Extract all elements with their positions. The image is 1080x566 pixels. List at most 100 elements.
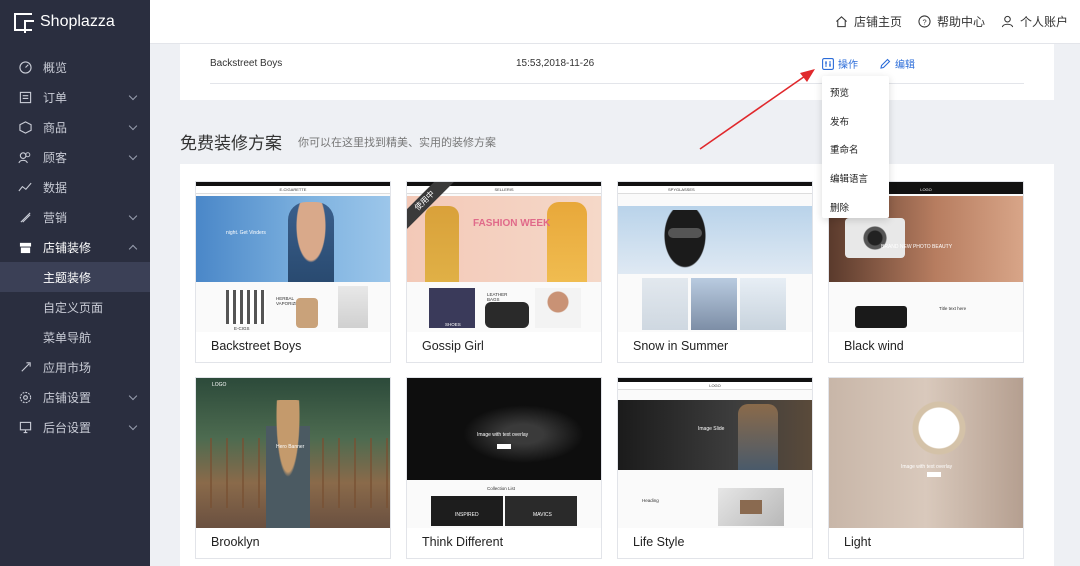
sidebar-item-app-market[interactable]: 应用市场: [0, 352, 150, 382]
account-label: 个人账户: [1019, 15, 1068, 29]
user-icon: [1001, 15, 1014, 28]
actions-button[interactable]: 操作: [822, 56, 858, 71]
svg-text:?: ?: [922, 17, 926, 26]
actions-dropdown: 预览 发布 重命名 编辑语言 删除: [822, 76, 889, 218]
menu-item-rename[interactable]: 重命名: [822, 135, 889, 164]
thumb-product-label: LEATHER BAGS: [487, 292, 508, 302]
thumb-brand: E-CIGARETTE: [196, 186, 390, 194]
sidebar-item-label: 店铺装修: [43, 240, 92, 255]
chevron-up-icon: [128, 244, 138, 254]
menu-item-edit-language[interactable]: 编辑语言: [822, 164, 889, 193]
account-link[interactable]: 个人账户: [1001, 13, 1068, 30]
top-bar: 店铺主页 ? 帮助中心 个人账户: [150, 0, 1080, 44]
menu-item-preview[interactable]: 预览: [822, 78, 889, 107]
store-design-icon: [18, 240, 32, 254]
thumb-brand: LOGO: [212, 382, 227, 388]
sidebar-item-label: 店铺设置: [43, 390, 92, 405]
actions-label: 操作: [838, 60, 858, 71]
theme-thumbnail: SPYGLASSES: [618, 182, 812, 332]
thumb-hero-text: Image with text overlay: [901, 464, 953, 470]
theme-card-light[interactable]: Image with text overlay Light: [828, 377, 1024, 559]
theme-thumbnail: SELLERIS FASHION WEEK 使用中 SHOES LEATHER …: [407, 182, 601, 332]
theme-name: Snow in Summer: [633, 339, 729, 353]
marketing-icon: [18, 210, 32, 224]
sidebar-item-orders[interactable]: 订单: [0, 82, 150, 112]
theme-name: Black wind: [844, 339, 904, 353]
sidebar-item-label: 订单: [43, 90, 68, 105]
theme-card-think-different[interactable]: Image with text overlay Collection List …: [406, 377, 602, 559]
sidebar-item-label: 应用市场: [43, 360, 92, 375]
thumb-product-label: Title text here: [939, 306, 967, 311]
sidebar-nav: 概览 订单 商品 顾客 数据 营销 店铺装修 主题装修 自定义页面 菜单导航 应…: [0, 52, 150, 442]
sidebar-subitem-custom-pages[interactable]: 自定义页面: [0, 292, 150, 322]
thumb-hero-text: Hero Banner: [276, 444, 305, 450]
theme-thumbnail: LOGO Image Slide Heading: [618, 378, 812, 528]
chevron-down-icon: [128, 121, 138, 131]
thumb-product-label: INSPIRED: [455, 512, 479, 518]
chevron-down-icon: [128, 91, 138, 101]
theme-thumbnail: E-CIGARETTE night. Get Vinders E-CIGS HE…: [196, 182, 390, 332]
sidebar-item-marketing[interactable]: 营销: [0, 202, 150, 232]
sidebar-item-label: 概览: [43, 60, 68, 75]
sidebar-item-customers[interactable]: 顾客: [0, 142, 150, 172]
dashboard-icon: [18, 60, 32, 74]
thumb-hero-text: Image Slide: [698, 426, 725, 432]
theme-thumbnail: Image with text overlay: [829, 378, 1023, 528]
thumb-hero-text: night. Get Vinders: [226, 230, 266, 236]
sidebar-item-label: 商品: [43, 120, 68, 135]
row-divider: [210, 83, 1024, 84]
theme-name: Backstreet Boys: [211, 339, 302, 353]
menu-item-publish[interactable]: 发布: [822, 107, 889, 136]
edit-button[interactable]: 编辑: [879, 56, 915, 71]
current-theme-name: Backstreet Boys: [210, 58, 283, 69]
theme-card-life-style[interactable]: LOGO Image Slide Heading Life Style: [617, 377, 813, 559]
section-title: 免费装修方案: [180, 134, 282, 153]
thumb-collection-title: Collection List: [487, 486, 516, 491]
app-logo[interactable]: Shoplazza: [0, 0, 150, 44]
thumb-hero-text: Image with text overlay: [477, 432, 529, 438]
shop-home-link[interactable]: 店铺主页: [835, 13, 902, 30]
customer-icon: [18, 150, 32, 164]
sidebar-item-products[interactable]: 商品: [0, 112, 150, 142]
menu-item-delete[interactable]: 删除: [822, 192, 889, 221]
shop-home-label: 店铺主页: [853, 15, 902, 29]
app-market-icon: [18, 360, 32, 374]
chevron-down-icon: [128, 421, 138, 431]
theme-card-backstreet-boys[interactable]: E-CIGARETTE night. Get Vinders E-CIGS HE…: [195, 181, 391, 363]
pencil-icon: [880, 58, 891, 69]
section-subtitle: 你可以在这里找到精美、实用的装修方案: [298, 137, 496, 149]
chevron-down-icon: [128, 211, 138, 221]
sidebar-item-label: 顾客: [43, 150, 68, 165]
thumb-hero-text: BRAND NEW PHOTO BEAUTY: [881, 244, 953, 250]
theme-name: Think Different: [422, 535, 504, 549]
home-icon: [836, 16, 847, 28]
chevron-down-icon: [128, 151, 138, 161]
sidebar-item-overview[interactable]: 概览: [0, 52, 150, 82]
theme-card-gossip-girl[interactable]: SELLERIS FASHION WEEK 使用中 SHOES LEATHER …: [406, 181, 602, 363]
help-icon: ?: [918, 15, 931, 28]
edit-label: 编辑: [895, 60, 915, 71]
theme-card-snow-in-summer[interactable]: SPYGLASSES Snow in Summer: [617, 181, 813, 363]
annotation-arrow: [699, 69, 815, 150]
sidebar-item-store-design[interactable]: 店铺装修: [0, 232, 150, 262]
store-settings-icon: [18, 390, 32, 404]
thumb-brand: SPYGLASSES: [618, 186, 812, 194]
thumb-product-label: SHOES: [445, 322, 461, 327]
sidebar-item-admin-settings[interactable]: 后台设置: [0, 412, 150, 442]
help-center-link[interactable]: ? 帮助中心: [918, 13, 985, 30]
thumb-hero-text: FASHION WEEK: [473, 218, 551, 229]
theme-card-brooklyn[interactable]: LOGO Hero Banner Brooklyn: [195, 377, 391, 559]
data-icon: [18, 180, 32, 194]
actions-icon: [822, 57, 834, 70]
order-icon: [18, 90, 32, 104]
thumb-brand: LOGO: [618, 382, 812, 390]
current-theme-time: 15:53,2018-11-26: [516, 58, 595, 69]
sidebar-item-label: 营销: [43, 210, 68, 225]
sidebar-subitem-themes[interactable]: 主题装修: [0, 262, 150, 292]
theme-name: Brooklyn: [211, 535, 260, 549]
sidebar-item-data[interactable]: 数据: [0, 172, 150, 202]
product-icon: [18, 120, 32, 134]
sidebar-subitem-menu-nav[interactable]: 菜单导航: [0, 322, 150, 352]
sidebar-item-store-settings[interactable]: 店铺设置: [0, 382, 150, 412]
thumb-heading: Heading: [642, 498, 659, 503]
